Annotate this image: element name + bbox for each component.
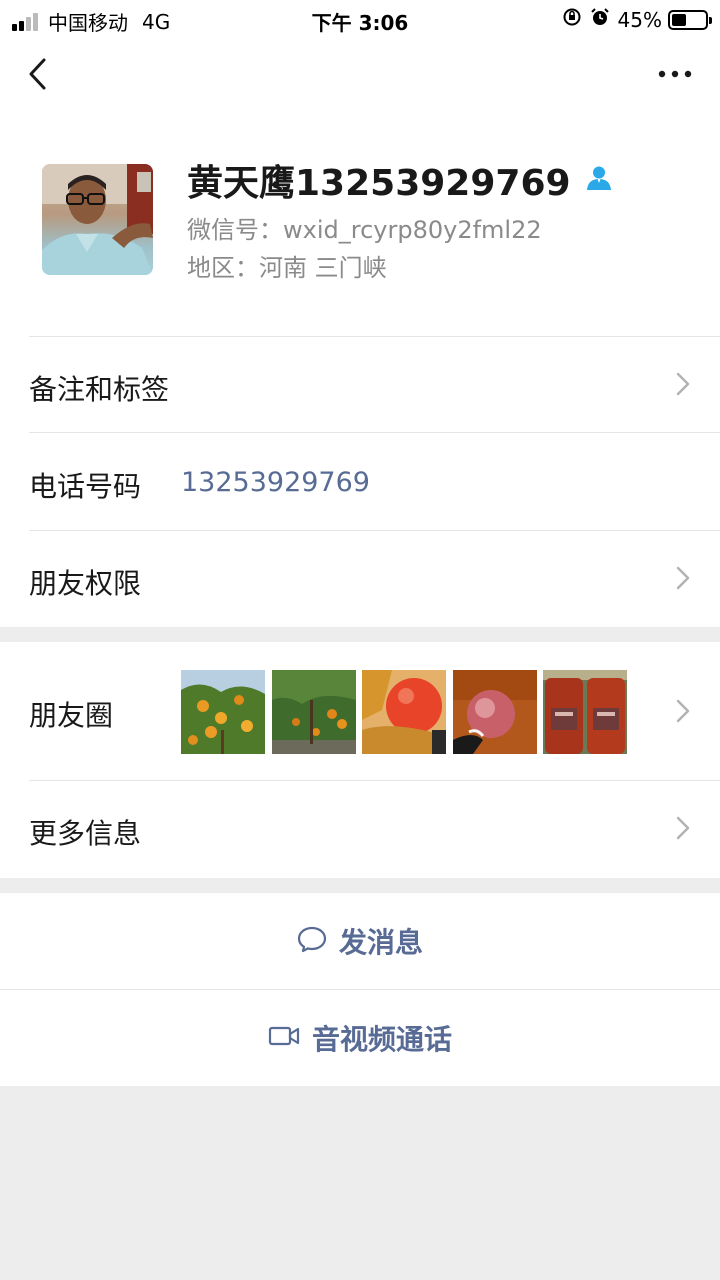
- nav-bar: [0, 40, 720, 110]
- friend-permissions-row[interactable]: 朋友权限: [0, 530, 720, 627]
- moments-thumbnail: [362, 670, 446, 754]
- moments-thumbnail: [271, 670, 356, 754]
- status-bar: 中国移动 4G 下午 3:06 45%: [0, 0, 720, 40]
- battery-fill: [672, 13, 686, 26]
- phone-row[interactable]: 电话号码 13253929769: [0, 433, 720, 530]
- moments-thumbnails: [181, 670, 634, 754]
- avatar-photo: [42, 164, 153, 275]
- chevron-right-icon: [676, 372, 690, 400]
- battery-percent: 45%: [617, 7, 662, 32]
- chevron-left-icon: [29, 58, 46, 90]
- chevron-right-icon: [676, 566, 690, 594]
- moments-thumbnail: [543, 670, 627, 754]
- status-right: 45%: [562, 7, 712, 32]
- rotation-lock-icon: [562, 7, 582, 32]
- battery-icon: [668, 9, 712, 30]
- contact-name: 黄天鹰13253929769: [187, 163, 571, 204]
- alarm-icon: [590, 7, 610, 32]
- more-info-label: 更多信息: [29, 817, 142, 850]
- name-row: 黄天鹰13253929769: [187, 154, 613, 206]
- phone-number-link[interactable]: 13253929769: [181, 467, 370, 498]
- video-camera-icon: [268, 1024, 300, 1052]
- contact-person-icon: [585, 164, 613, 196]
- chevron-right-icon: [676, 816, 690, 844]
- moments-label: 朋友圈: [29, 699, 114, 732]
- region: 地区：河南 三门峡: [187, 254, 387, 282]
- profile-header: 黄天鹰13253929769 微信号：wxid_rcyrp80y2fml22 地…: [0, 110, 720, 336]
- chat-bubble-icon: [297, 925, 327, 957]
- moments-row[interactable]: 朋友圈: [0, 642, 720, 780]
- chevron-right-icon: [676, 699, 690, 727]
- more-dots-icon: [658, 70, 692, 78]
- friend-permissions-label: 朋友权限: [29, 567, 142, 600]
- phone-label: 电话号码: [29, 470, 142, 503]
- more-info-row[interactable]: 更多信息: [0, 780, 720, 877]
- back-button[interactable]: [20, 52, 60, 96]
- remarks-tags-row[interactable]: 备注和标签: [0, 336, 720, 433]
- send-message-label: 发消息: [338, 926, 423, 959]
- video-call-label: 音视频通话: [311, 1023, 452, 1056]
- wechat-id: 微信号：wxid_rcyrp80y2fml22: [187, 216, 542, 244]
- moments-section: 朋友圈 更多信息: [0, 642, 720, 878]
- video-call-button[interactable]: 音视频通话: [0, 990, 720, 1086]
- avatar[interactable]: [42, 164, 153, 275]
- moments-thumbnail: [452, 670, 537, 754]
- remarks-tags-label: 备注和标签: [29, 373, 170, 406]
- info-section: 备注和标签 电话号码 13253929769 朋友权限: [0, 336, 720, 627]
- send-message-button[interactable]: 发消息: [0, 893, 720, 989]
- more-button[interactable]: [656, 62, 696, 86]
- moments-thumbnail: [181, 670, 265, 754]
